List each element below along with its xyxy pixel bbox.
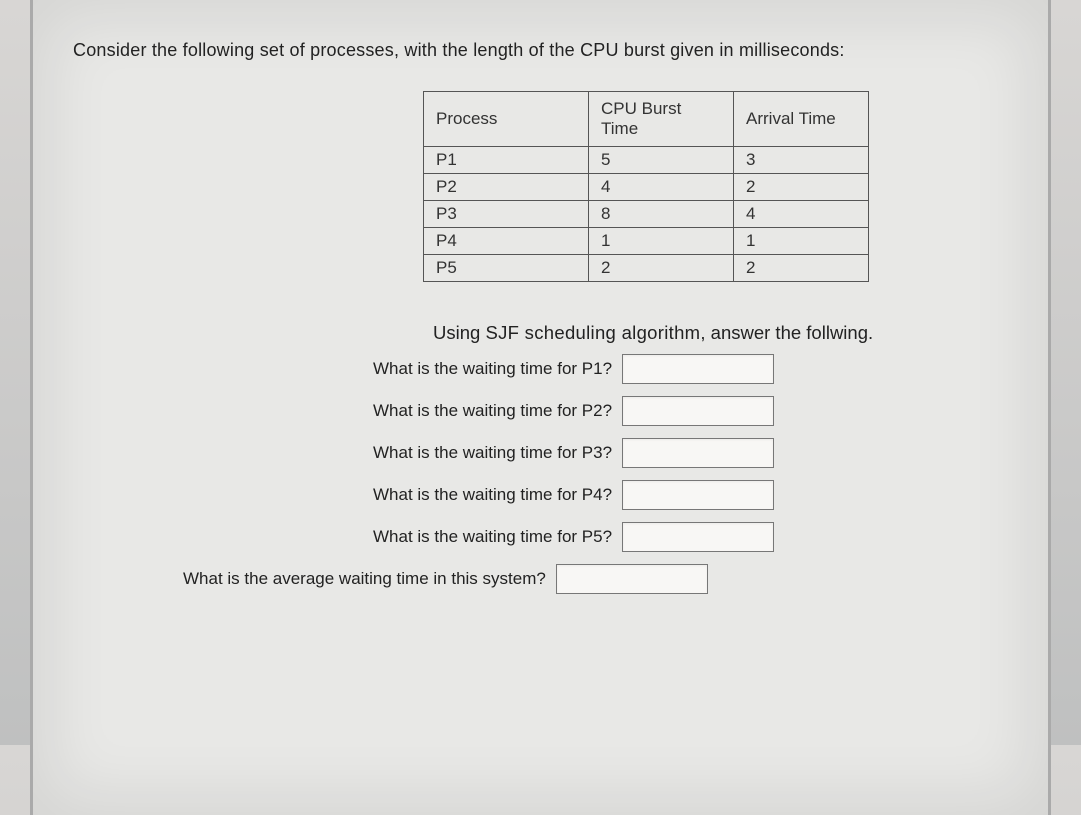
question-average: What is the average waiting time in this… <box>183 569 546 589</box>
cell-process: P4 <box>424 228 589 255</box>
table-header-row: Process CPU Burst Time Arrival Time <box>424 92 869 147</box>
cell-burst: 1 <box>589 228 734 255</box>
cell-arrival: 2 <box>734 255 869 282</box>
document-page: Consider the following set of processes,… <box>30 0 1051 815</box>
table-row: P3 8 4 <box>424 201 869 228</box>
answer-p5-input[interactable] <box>622 522 774 552</box>
answer-p1-input[interactable] <box>622 354 774 384</box>
cell-process: P3 <box>424 201 589 228</box>
header-arrival: Arrival Time <box>734 92 869 147</box>
question-p5: What is the waiting time for P5? <box>373 527 612 547</box>
subheading-algo: SJF scheduling algorithm <box>485 322 700 343</box>
table-row: P1 5 3 <box>424 147 869 174</box>
table-row: P5 2 2 <box>424 255 869 282</box>
cell-arrival: 3 <box>734 147 869 174</box>
answer-p3-input[interactable] <box>622 438 774 468</box>
subheading-suffix: , answer the follwing. <box>700 322 873 343</box>
intro-text: Consider the following set of processes,… <box>73 40 1048 61</box>
table-row: P4 1 1 <box>424 228 869 255</box>
cell-arrival: 2 <box>734 174 869 201</box>
cell-process: P1 <box>424 147 589 174</box>
question-p2: What is the waiting time for P2? <box>373 401 612 421</box>
header-process: Process <box>424 92 589 147</box>
cell-process: P5 <box>424 255 589 282</box>
cell-burst: 4 <box>589 174 734 201</box>
cell-burst: 8 <box>589 201 734 228</box>
subheading-prefix: Using <box>433 322 485 343</box>
cell-arrival: 1 <box>734 228 869 255</box>
table-row: P2 4 2 <box>424 174 869 201</box>
answer-average-input[interactable] <box>556 564 708 594</box>
question-p4: What is the waiting time for P4? <box>373 485 612 505</box>
sub-heading: Using SJF scheduling algorithm, answer t… <box>433 322 1048 344</box>
process-table: Process CPU Burst Time Arrival Time P1 5… <box>423 91 869 282</box>
process-table-wrap: Process CPU Burst Time Arrival Time P1 5… <box>423 91 1048 282</box>
question-p3: What is the waiting time for P3? <box>373 443 612 463</box>
question-p1: What is the waiting time for P1? <box>373 359 612 379</box>
cell-burst: 5 <box>589 147 734 174</box>
header-burst: CPU Burst Time <box>589 92 734 147</box>
cell-arrival: 4 <box>734 201 869 228</box>
answer-p2-input[interactable] <box>622 396 774 426</box>
cell-process: P2 <box>424 174 589 201</box>
answer-p4-input[interactable] <box>622 480 774 510</box>
cell-burst: 2 <box>589 255 734 282</box>
